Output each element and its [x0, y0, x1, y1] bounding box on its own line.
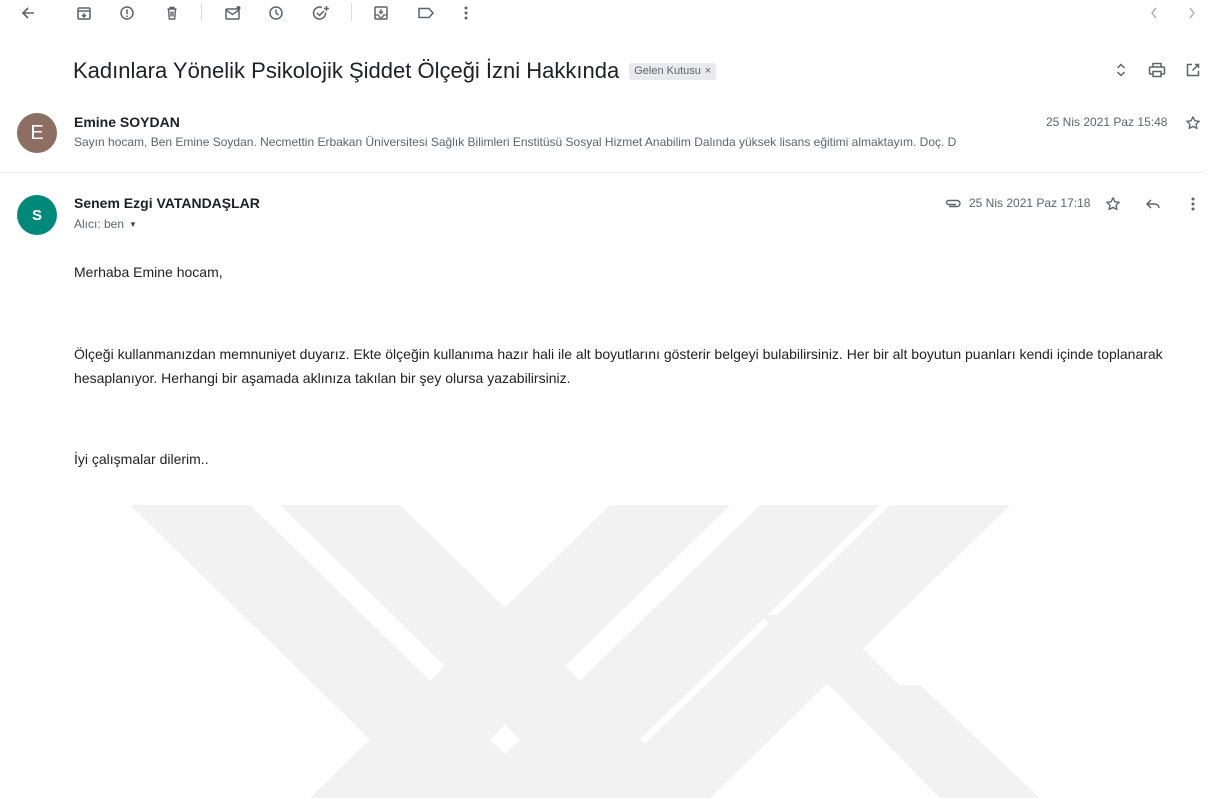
- next-icon[interactable]: [1178, 0, 1206, 26]
- sender-name[interactable]: Emine SOYDAN: [74, 114, 180, 130]
- delete-icon[interactable]: [158, 0, 186, 26]
- mark-unread-icon[interactable]: [219, 0, 247, 26]
- snooze-icon[interactable]: [262, 0, 290, 26]
- email-subject: Kadınlara Yönelik Psikolojik Şiddet Ölçe…: [73, 58, 620, 83]
- prev-icon[interactable]: [1140, 0, 1168, 26]
- message-closing: İyi çalışmalar dilerim..: [74, 451, 209, 467]
- message-date: 25 Nis 2021 Paz 17:18: [969, 196, 1091, 210]
- more-vert-icon[interactable]: [452, 0, 480, 26]
- expand-all-icon[interactable]: [1110, 59, 1132, 81]
- back-arrow-icon[interactable]: [14, 0, 42, 26]
- label-icon[interactable]: [412, 0, 440, 26]
- message-divider: [0, 172, 1205, 173]
- avatar-letter: E: [30, 121, 44, 144]
- recipient-details[interactable]: Alıcı: ben ▼: [74, 217, 137, 231]
- avatar[interactable]: S: [17, 195, 57, 235]
- message-greeting: Merhaba Emine hocam,: [74, 264, 223, 280]
- message-paragraph: Ölçeği kullanmanızdan memnuniyet duyarız…: [74, 346, 1163, 386]
- archive-icon[interactable]: [70, 0, 98, 26]
- report-spam-icon[interactable]: [113, 0, 141, 26]
- avatar-letter: S: [31, 206, 42, 224]
- star-icon[interactable]: [1182, 112, 1204, 134]
- message-snippet[interactable]: Sayın hocam, Ben Emine Soydan. Necmettin…: [74, 135, 956, 149]
- avatar[interactable]: E: [17, 113, 57, 153]
- sender-name[interactable]: Senem Ezgi VATANDAŞLAR: [74, 195, 260, 211]
- add-task-icon[interactable]: [307, 0, 335, 26]
- label-chip-text: Gelen Kutusu: [634, 64, 701, 77]
- open-in-new-window-icon[interactable]: [1182, 59, 1204, 81]
- recipient-text: Alıcı: ben: [74, 217, 125, 231]
- toolbar-divider: [201, 3, 202, 21]
- reply-icon[interactable]: [1142, 193, 1164, 215]
- chevron-down-icon[interactable]: ▼: [129, 220, 137, 229]
- more-vert-icon[interactable]: [1182, 193, 1204, 215]
- message-date: 25 Nis 2021 Paz 15:48: [1046, 115, 1168, 129]
- attachment-icon: [942, 192, 964, 214]
- watermark-logo: [130, 505, 1040, 798]
- move-to-icon[interactable]: [367, 0, 395, 26]
- message-toolbar: [0, 0, 1213, 26]
- subject-row: Kadınlara Yönelik Psikolojik Şiddet Ölçe…: [73, 54, 717, 88]
- print-icon[interactable]: [1146, 59, 1168, 81]
- toolbar-divider: [351, 3, 352, 21]
- label-chip-inbox[interactable]: Gelen Kutusu ×: [629, 62, 717, 80]
- star-icon[interactable]: [1102, 193, 1124, 215]
- remove-label-icon[interactable]: ×: [705, 65, 711, 77]
